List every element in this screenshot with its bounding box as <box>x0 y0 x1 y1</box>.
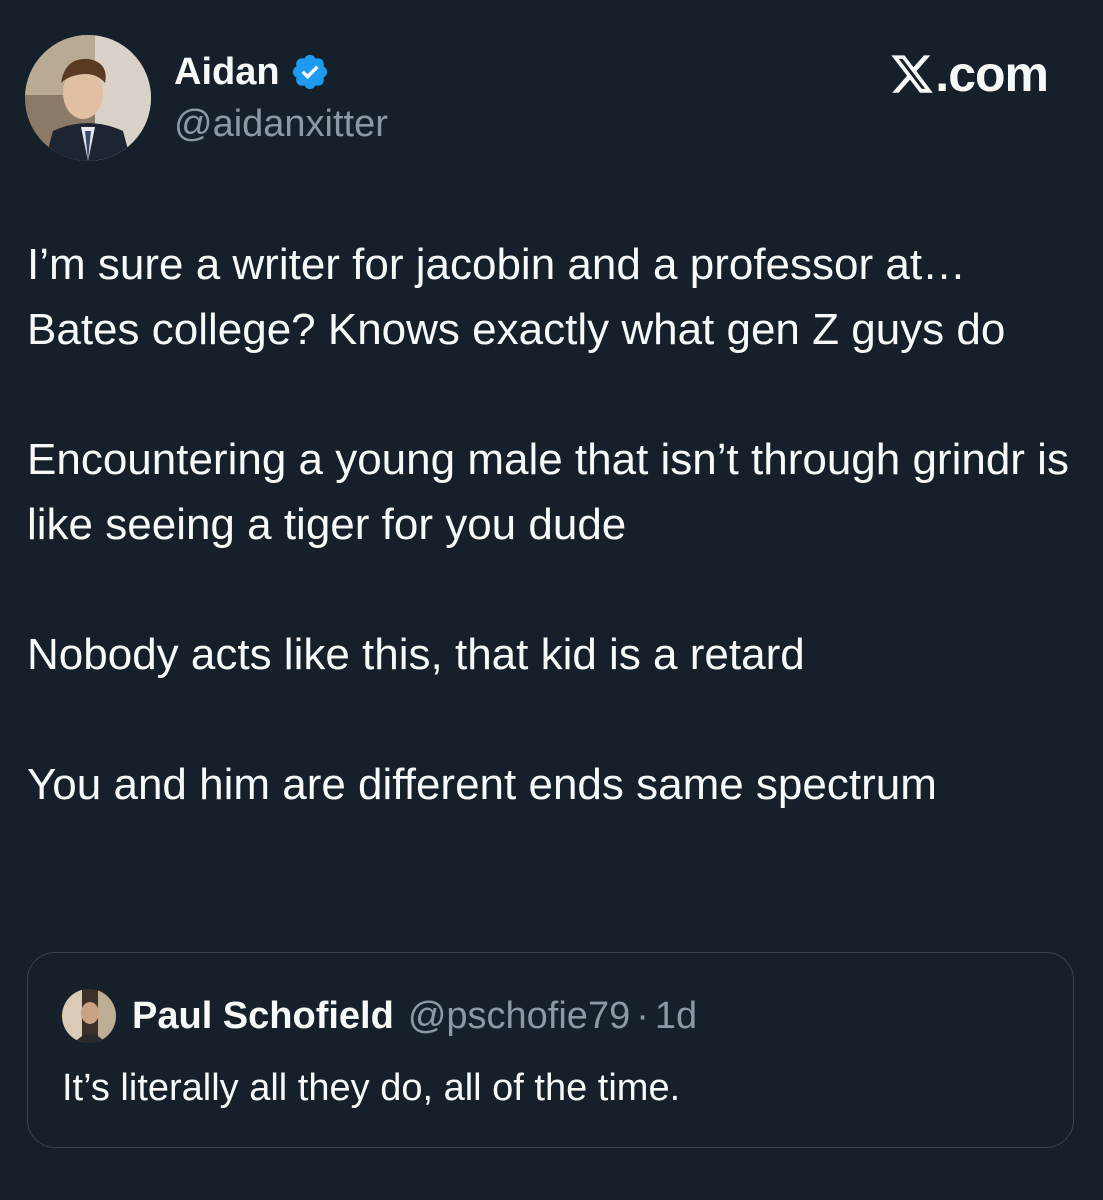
brand-watermark: .com <box>889 46 1049 102</box>
quoted-display-name[interactable]: Paul Schofield <box>132 991 394 1041</box>
quoted-author-avatar[interactable] <box>62 989 116 1043</box>
verified-badge-icon <box>290 52 330 92</box>
author-name-row: Aidan <box>174 48 330 96</box>
tweet-paragraph: Nobody acts like this, that kid is a ret… <box>27 630 805 679</box>
quoted-timestamp[interactable]: 1d <box>655 991 697 1041</box>
tweet-text: I’m sure a writer for jacobin and a prof… <box>27 232 1077 882</box>
tweet-paragraph: I’m sure a writer for jacobin and a prof… <box>27 240 1006 354</box>
tweet-paragraph: You and him are different ends same spec… <box>27 760 937 809</box>
x-logo-icon <box>889 51 935 97</box>
quoted-tweet[interactable]: Paul Schofield @pschofie79 · 1d It’s lit… <box>27 952 1074 1148</box>
quoted-avatar-photo <box>62 989 116 1043</box>
author-display-name[interactable]: Aidan <box>174 48 280 96</box>
tweet-card: Aidan @aidanxitter .com I’m sure a write… <box>0 0 1103 1200</box>
quoted-tweet-text: It’s literally all they do, all of the t… <box>62 1067 681 1109</box>
meta-separator: · <box>636 995 649 1037</box>
quoted-handle[interactable]: @pschofie79 <box>408 991 630 1041</box>
author-avatar[interactable] <box>25 35 151 161</box>
quoted-author-meta: Paul Schofield @pschofie79 · 1d <box>132 991 697 1041</box>
brand-suffix: .com <box>935 46 1049 102</box>
tweet-paragraph: Encountering a young male that isn’t thr… <box>27 435 1069 549</box>
author-handle[interactable]: @aidanxitter <box>174 100 388 148</box>
avatar-photo <box>25 35 151 161</box>
